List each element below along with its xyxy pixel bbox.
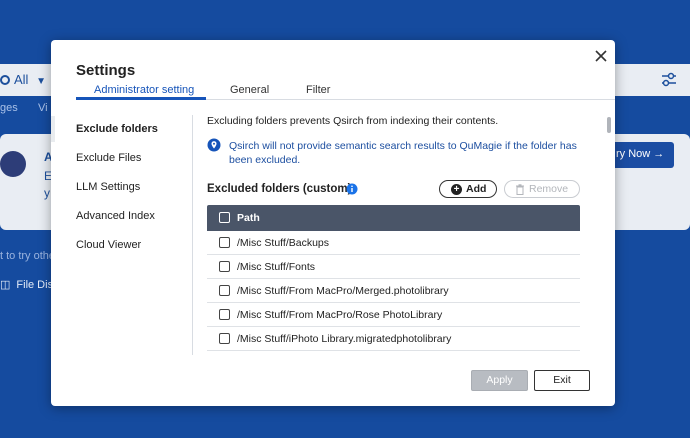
caret-down-icon: ▼ <box>36 76 46 87</box>
apply-button[interactable]: Apply <box>471 370 528 391</box>
search-icon <box>0 75 10 85</box>
tab-administrator-setting[interactable]: Administrator setting <box>94 84 194 96</box>
add-folder-button[interactable]: + Add <box>439 180 497 198</box>
plus-icon: + <box>451 184 462 195</box>
bg-search-scope: All ▼ <box>0 72 46 87</box>
info-icon[interactable] <box>346 183 358 195</box>
column-header-path: Path <box>237 212 260 224</box>
section-title: Excluded folders (custom) <box>207 183 352 195</box>
location-pin-icon <box>207 138 221 152</box>
nav-divider <box>192 115 193 355</box>
table-row[interactable]: /Misc Stuff/iPhoto Library.migratedphoto… <box>207 327 580 351</box>
exclude-folders-panel: Excluding folders prevents Qsirch from i… <box>207 115 607 355</box>
folder-path: /Misc Stuff/Backups <box>237 237 330 249</box>
folder-path: /Misc Stuff/From MacPro/Rose PhotoLibrar… <box>237 309 443 321</box>
table-row[interactable]: /Misc Stuff/From MacPro/Merged.photolibr… <box>207 279 580 303</box>
row-checkbox[interactable] <box>219 261 230 272</box>
trash-icon <box>516 184 524 195</box>
table-row[interactable]: /Misc Stuff/From MacPro/Rose PhotoLibrar… <box>207 303 580 327</box>
tab-general[interactable]: General <box>230 84 269 96</box>
remove-folder-button[interactable]: Remove <box>504 180 580 198</box>
settings-dialog: Settings Administrator setting General F… <box>51 40 615 406</box>
tab-filter[interactable]: Filter <box>306 84 330 96</box>
close-icon[interactable] <box>591 46 611 66</box>
folder-path: /Misc Stuff/iPhoto Library.migratedphoto… <box>237 333 452 345</box>
table-header: Path <box>207 205 580 231</box>
table-row[interactable] <box>207 351 580 355</box>
info-notice: Qsirch will not provide semantic search … <box>229 140 577 166</box>
active-tab-indicator <box>76 97 206 100</box>
side-nav-active-indicator <box>51 116 55 142</box>
table-row[interactable]: /Misc Stuff/Fonts <box>207 255 580 279</box>
row-checkbox[interactable] <box>219 309 230 320</box>
row-checkbox[interactable] <box>219 285 230 296</box>
bg-hint: t to try othe <box>0 250 56 262</box>
table-row[interactable]: /Misc Stuff/Backups <box>207 231 580 255</box>
scrollbar[interactable] <box>607 117 611 133</box>
dialog-title: Settings <box>76 62 136 79</box>
row-checkbox[interactable] <box>219 237 230 248</box>
bg-try-now-button: ry Now → <box>612 142 674 168</box>
select-all-checkbox[interactable] <box>219 212 230 223</box>
row-checkbox[interactable] <box>219 333 230 344</box>
folder-path: /Misc Stuff/From MacPro/Merged.photolibr… <box>237 285 449 297</box>
side-item-exclude-folders[interactable]: Exclude folders <box>76 123 158 135</box>
file-icon: ◫ <box>0 279 11 291</box>
avatar <box>0 151 26 177</box>
exit-button[interactable]: Exit <box>534 370 590 391</box>
side-item-advanced-index[interactable]: Advanced Index <box>76 210 155 222</box>
filter-icon <box>662 72 676 87</box>
side-item-cloud-viewer[interactable]: Cloud Viewer <box>76 239 141 251</box>
folder-path: /Misc Stuff/Fonts <box>237 261 315 273</box>
panel-description: Excluding folders prevents Qsirch from i… <box>207 115 499 127</box>
side-item-exclude-files[interactable]: Exclude Files <box>76 152 141 164</box>
side-item-llm-settings[interactable]: LLM Settings <box>76 181 140 193</box>
